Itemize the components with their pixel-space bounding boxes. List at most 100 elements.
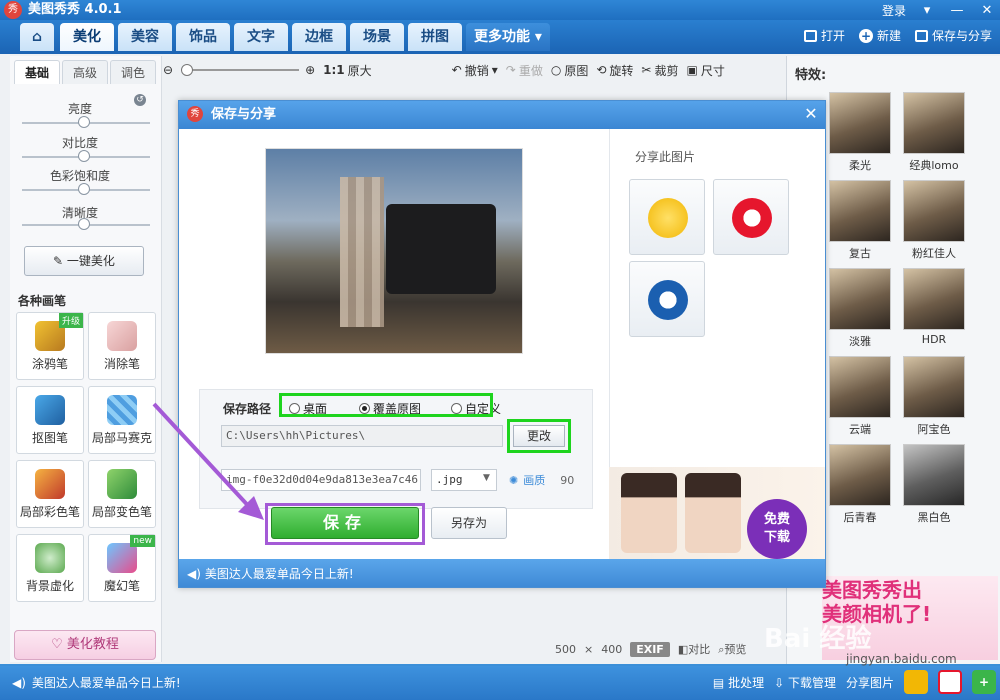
share-qzone-button[interactable] bbox=[629, 179, 705, 255]
contrast-knob[interactable] bbox=[78, 150, 90, 162]
undo-dropdown-icon[interactable]: ▾ bbox=[492, 63, 498, 77]
actual-size-button[interactable]: 1:1 原大 bbox=[323, 62, 372, 79]
login-link[interactable]: 登录 bbox=[882, 2, 906, 19]
image-height: 400 bbox=[601, 642, 623, 656]
nav-actions: 打开 + 新建 保存与分享 bbox=[803, 27, 992, 44]
weibo-icon[interactable] bbox=[938, 670, 962, 694]
blur-icon bbox=[35, 543, 65, 573]
effect-hdr[interactable]: HDR bbox=[903, 268, 975, 346]
subtab-advanced[interactable]: 高级 bbox=[62, 60, 108, 84]
subtab-color[interactable]: 调色 bbox=[110, 60, 156, 84]
home-tab[interactable]: ⌂ bbox=[20, 23, 54, 51]
minimize-icon[interactable]: — bbox=[948, 3, 966, 18]
image-width: 500 bbox=[555, 642, 576, 656]
compare-button[interactable]: ◧对比 bbox=[678, 641, 710, 657]
effect-elegant[interactable]: 淡雅 bbox=[829, 268, 901, 349]
download-manager-button[interactable]: ⇩ 下载管理 bbox=[774, 674, 836, 691]
menu-icon[interactable]: ▾ bbox=[918, 3, 936, 18]
zoom-knob[interactable] bbox=[181, 64, 194, 76]
tab-more[interactable]: 更多功能 ▾ bbox=[466, 23, 550, 51]
zoom-slider[interactable] bbox=[181, 64, 300, 76]
effect-label: 经典lomo bbox=[909, 159, 959, 172]
tool-local-color-pen[interactable]: 局部彩色笔 bbox=[16, 460, 84, 528]
chevron-down-icon[interactable]: ▼ bbox=[483, 473, 490, 483]
effect-cloud[interactable]: 云端 bbox=[829, 356, 901, 437]
tool-doodle-pen[interactable]: 涂鸦笔 升级 bbox=[16, 312, 84, 380]
free-download-badge[interactable]: 免费 下载 bbox=[747, 499, 807, 559]
tab-border[interactable]: 边框 bbox=[292, 23, 346, 51]
redo-icon: ↷ bbox=[505, 63, 516, 77]
preview-button[interactable]: ⌕预览 bbox=[718, 641, 746, 657]
zoom-in-icon[interactable]: ⊕ bbox=[305, 63, 315, 77]
rotate-icon: ⟲ bbox=[596, 63, 607, 77]
effect-classic-lomo[interactable]: 经典lomo bbox=[903, 92, 975, 173]
new-button[interactable]: + 新建 bbox=[858, 27, 901, 44]
crop-button[interactable]: ✂ 裁剪 bbox=[641, 62, 678, 79]
effect-thumb bbox=[829, 444, 891, 506]
beautify-tutorial-button[interactable]: ♡ 美化教程 bbox=[14, 630, 156, 660]
qzone-icon[interactable] bbox=[904, 670, 928, 694]
download-label: 下载管理 bbox=[787, 675, 836, 690]
tab-beautify[interactable]: 美化 bbox=[60, 23, 114, 51]
exif-button[interactable]: EXIF bbox=[630, 641, 670, 657]
effect-pink-lady[interactable]: 粉红佳人 bbox=[903, 180, 975, 261]
tab-scene[interactable]: 场景 bbox=[350, 23, 404, 51]
size-label: 尺寸 bbox=[700, 63, 725, 78]
effect-thumb bbox=[829, 92, 891, 154]
original-size-label: 原大 bbox=[347, 63, 372, 78]
effect-label: 后青春 bbox=[843, 511, 877, 524]
status-message[interactable]: ◀) 美图达人最爱单品今日上新! bbox=[12, 674, 181, 691]
disk-icon bbox=[914, 29, 928, 42]
rotate-label: 旋转 bbox=[609, 63, 634, 78]
save-share-button[interactable]: 保存与分享 bbox=[914, 27, 992, 44]
brightness-knob[interactable] bbox=[78, 116, 90, 128]
promo-face-image bbox=[685, 473, 741, 553]
tab-text[interactable]: 文字 bbox=[234, 23, 288, 51]
effect-retro[interactable]: 复古 bbox=[829, 180, 901, 261]
image-preview bbox=[265, 148, 523, 354]
preview-mosaic-figure bbox=[340, 177, 384, 327]
qzone-star-icon bbox=[648, 198, 688, 238]
tab-collage[interactable]: 拼图 bbox=[408, 23, 462, 51]
dialog-footer-text[interactable]: ◀) 美图达人最爱单品今日上新! bbox=[187, 565, 354, 582]
rotate-button[interactable]: ⟲ 旋转 bbox=[596, 62, 633, 79]
one-key-beautify-button[interactable]: ✎ 一键美化 bbox=[24, 246, 144, 276]
dialog-close-icon[interactable]: ✕ bbox=[801, 104, 821, 124]
tab-accessories[interactable]: 饰品 bbox=[176, 23, 230, 51]
subtab-basic[interactable]: 基础 bbox=[14, 60, 60, 84]
effect-black-white[interactable]: 黑白色 bbox=[903, 444, 975, 525]
quality-setting[interactable]: ✺ 画质 90 bbox=[509, 472, 574, 488]
tool-background-blur[interactable]: 背景虚化 bbox=[16, 534, 84, 602]
save-as-button[interactable]: 另存为 bbox=[431, 507, 507, 539]
sharpness-knob[interactable] bbox=[78, 218, 90, 230]
effect-thumb bbox=[829, 268, 891, 330]
size-button[interactable]: ▣ 尺寸 bbox=[686, 62, 724, 79]
compare-icon: ◧ bbox=[677, 643, 689, 656]
canvas-status: 500 × 400 EXIF ◧对比 ⌕预览 bbox=[555, 641, 746, 657]
effect-label: HDR bbox=[921, 333, 947, 346]
times-sign: × bbox=[584, 642, 594, 656]
tool-magic-pen[interactable]: 魔幻笔 new bbox=[88, 534, 156, 602]
share-renren-button[interactable] bbox=[629, 261, 705, 337]
effect-youth[interactable]: 后青春 bbox=[829, 444, 901, 525]
saturation-knob[interactable] bbox=[78, 183, 90, 195]
left-panel: 基础 高级 调色 ↺ 亮度 对比度 色彩饱和度 清晰度 ✎ 一键美化 各种画笔 … bbox=[10, 56, 162, 662]
redo-button[interactable]: ↷ 重做 bbox=[506, 62, 543, 79]
undo-button[interactable]: ↶ 撤销 ▾ bbox=[452, 62, 498, 79]
open-button[interactable]: 打开 bbox=[803, 27, 845, 44]
contrast-label: 对比度 bbox=[61, 136, 98, 150]
close-window-icon[interactable]: ✕ bbox=[978, 3, 996, 18]
tab-beauty[interactable]: 美容 bbox=[118, 23, 172, 51]
original-button[interactable]: ○ 原图 bbox=[551, 62, 589, 79]
tool-cutout-pen[interactable]: 抠图笔 bbox=[16, 386, 84, 454]
share-weibo-button[interactable] bbox=[713, 179, 789, 255]
zoom-out-icon[interactable]: ⊖ bbox=[163, 63, 173, 77]
tool-eraser[interactable]: 消除笔 bbox=[88, 312, 156, 380]
crop-label: 裁剪 bbox=[654, 63, 679, 78]
more-share-plus-icon[interactable]: + bbox=[972, 670, 996, 694]
effect-soft-light[interactable]: 柔光 bbox=[829, 92, 901, 173]
effect-abao[interactable]: 阿宝色 bbox=[903, 356, 975, 437]
batch-button[interactable]: ▤ 批处理 bbox=[713, 674, 764, 691]
effects-title: 特效: bbox=[795, 68, 827, 83]
share-image-button[interactable]: 分享图片 bbox=[846, 674, 894, 691]
